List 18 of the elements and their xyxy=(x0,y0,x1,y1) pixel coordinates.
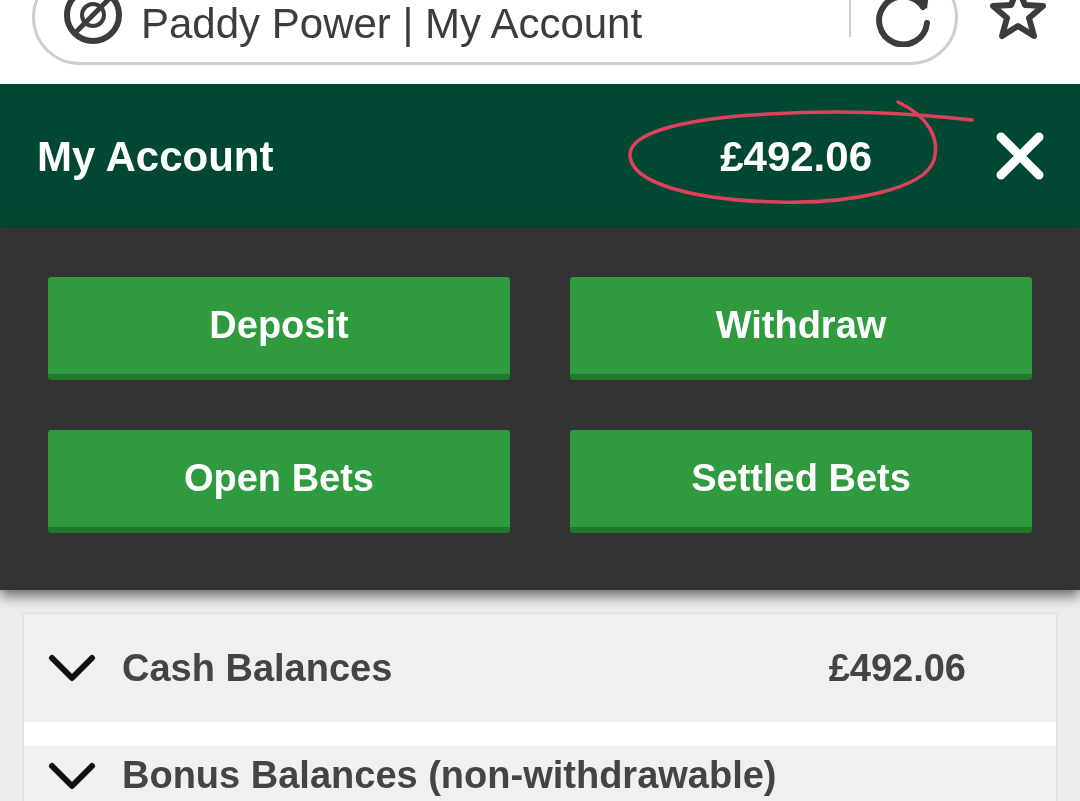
balance-label: Cash Balances xyxy=(122,649,393,687)
balance-label: Bonus Balances (non-withdrawable) xyxy=(122,756,777,794)
header-title: My Account xyxy=(37,131,274,182)
page-title: Paddy Power | My Account xyxy=(141,2,643,45)
balance-row[interactable]: Bonus Balances (non-withdrawable) xyxy=(24,746,1056,801)
chevron-down-icon[interactable] xyxy=(48,654,96,682)
address-bar[interactable]: Paddy Power | My Account xyxy=(32,0,958,65)
balance-amount: £492.06 xyxy=(828,649,966,687)
star-icon[interactable] xyxy=(988,0,1048,42)
chevron-down-icon[interactable] xyxy=(48,762,96,790)
prohibited-icon[interactable] xyxy=(63,0,123,45)
action-button[interactable]: Open Bets xyxy=(48,430,510,533)
account-balance: £492.06 xyxy=(720,131,872,182)
action-button[interactable]: Withdraw xyxy=(570,277,1032,380)
balance-row[interactable]: Cash Balances £492.06 xyxy=(24,614,1056,722)
action-button[interactable]: Deposit xyxy=(48,277,510,380)
close-icon[interactable] xyxy=(995,131,1045,181)
action-button[interactable]: Settled Bets xyxy=(570,430,1032,533)
